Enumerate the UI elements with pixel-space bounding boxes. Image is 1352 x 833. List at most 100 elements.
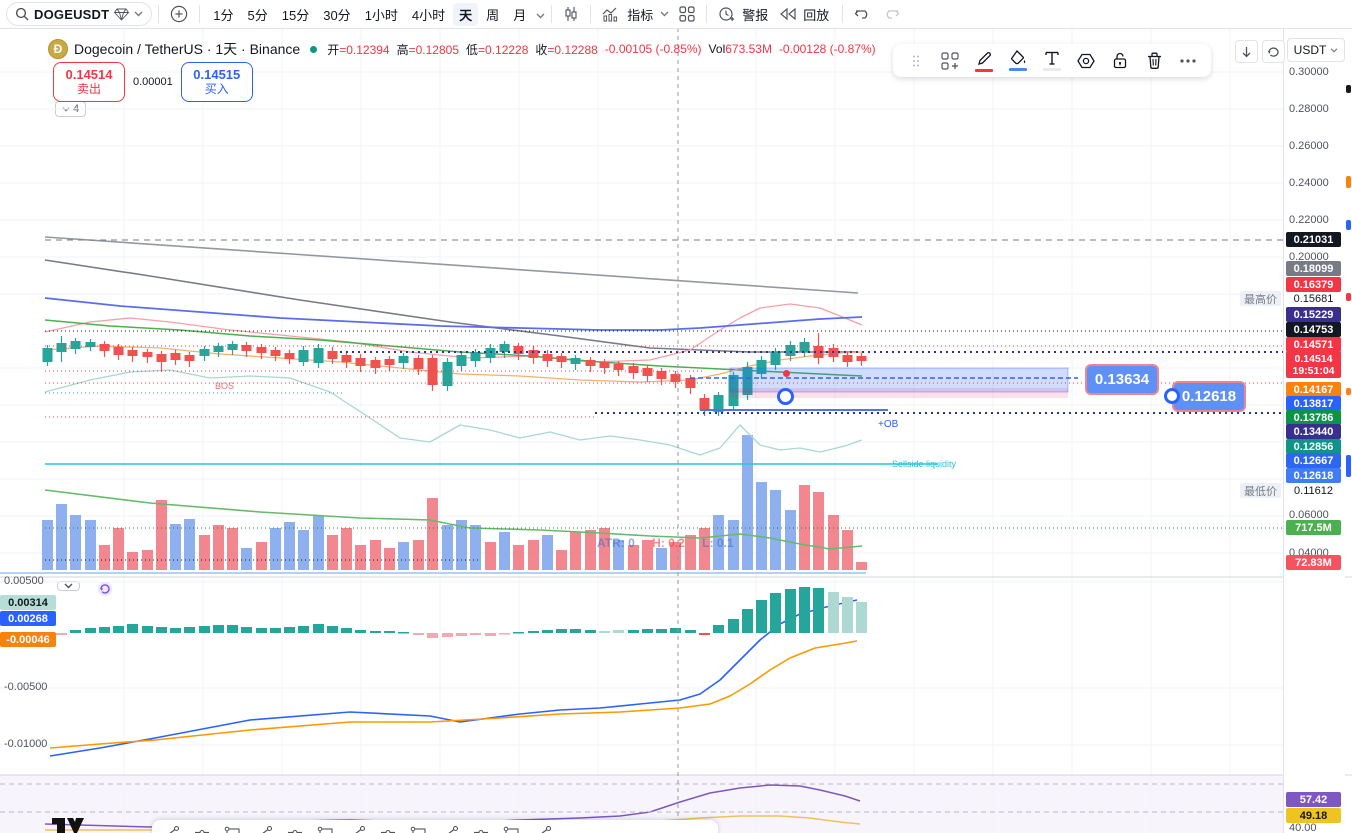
atr-overlay: ATR: 0 H: 0.2 L: 0.1 xyxy=(597,536,734,550)
search-icon xyxy=(15,7,29,21)
horizontal-ray-icon[interactable] xyxy=(472,824,490,833)
indicators-button[interactable]: 指标 xyxy=(597,2,674,26)
buy-price: 0.14515 xyxy=(193,67,241,82)
macd-axis-tick: -0.00500 xyxy=(4,681,48,693)
extended-line-icon[interactable] xyxy=(441,824,459,833)
timeframe-button-15分[interactable]: 15分 xyxy=(276,3,315,26)
disjoint-channel-icon[interactable] xyxy=(534,824,552,833)
unlock-icon[interactable] xyxy=(1105,47,1135,75)
ellipsis-icon[interactable] xyxy=(1173,47,1203,75)
chart-type-candles-icon[interactable] xyxy=(558,2,584,26)
price-badge-0.14167: 0.14167 xyxy=(1286,382,1341,397)
macd-value-badge: 0.00314 xyxy=(0,595,56,610)
timeframe-button-1小时[interactable]: 1小时 xyxy=(359,3,404,26)
layout-grid-icon[interactable] xyxy=(674,2,700,26)
gray-trend-a xyxy=(44,236,859,294)
sell-button[interactable]: 0.14514 卖出 xyxy=(53,62,125,102)
info-line-icon[interactable] xyxy=(255,824,273,833)
cross-line-icon[interactable] xyxy=(348,824,366,833)
indicators-label: 指标 xyxy=(627,7,654,23)
shape-hexagon-icon[interactable] xyxy=(1071,47,1101,75)
price-badge-0.12667: 0.12667 xyxy=(1286,453,1341,468)
price-badge-0.13440: 0.13440 xyxy=(1286,424,1341,439)
pencil-icon[interactable] xyxy=(969,47,999,75)
bos-label: BOS xyxy=(215,381,235,391)
axis-tick: 0.30000 xyxy=(1289,66,1329,78)
timeframe-button-4小时[interactable]: 4小时 xyxy=(406,3,451,26)
market-open-dot xyxy=(310,45,318,53)
drawing-handle[interactable] xyxy=(777,388,794,405)
timeframe-button-5分[interactable]: 5分 xyxy=(242,3,274,26)
timeframe-button-月[interactable]: 月 xyxy=(507,3,532,26)
ohlc-values: 开=0.12394 高=0.12805 低=0.12228 收=0.12288 -0.0… xyxy=(327,42,876,57)
horizontal-line-icon[interactable] xyxy=(193,824,211,833)
timeframe-button-天[interactable]: 天 xyxy=(453,2,479,26)
floating-drawing-toolbar xyxy=(893,44,1211,77)
price-badge-0.14753: 0.14753 xyxy=(1286,322,1341,337)
price-badge-57.42: 57.42 xyxy=(1286,792,1341,807)
sell-label: 卖出 xyxy=(76,82,101,96)
price-badge-72.83M: 72.83M xyxy=(1286,555,1341,570)
compare-add-button[interactable] xyxy=(165,2,193,26)
sellside-liquidity-label: Sellside liquidity xyxy=(892,459,957,469)
lowest-price-chip: 最低价 xyxy=(1240,483,1281,498)
timeframe-menu-chevron-icon[interactable] xyxy=(536,7,545,22)
gem-icon[interactable] xyxy=(114,8,130,21)
minimap-mark xyxy=(1346,455,1351,477)
drawing-handle[interactable] xyxy=(1164,388,1180,404)
text-tool-icon[interactable] xyxy=(1037,47,1067,75)
price-badge-0.12856: 0.12856 xyxy=(1286,439,1341,454)
axis-currency-dropdown[interactable]: USDT xyxy=(1287,38,1345,62)
trend-line-icon[interactable] xyxy=(162,824,180,833)
price-badge-0.21031: 0.21031 xyxy=(1286,232,1341,247)
replay-label: 回放 xyxy=(803,7,830,23)
reset-scale-button[interactable] xyxy=(1262,40,1285,63)
pair-title[interactable]: Dogecoin / TetherUS · 1天 · Binance xyxy=(74,39,300,59)
price-badge-0.14514: 0.14514 19:51:04 xyxy=(1286,351,1341,378)
timeframe-button-1分[interactable]: 1分 xyxy=(207,3,239,26)
paint-bucket-icon[interactable] xyxy=(1003,47,1033,75)
trade-panel: 0.14514 卖出 0.00001 0.14515 买入 xyxy=(53,62,253,102)
axis-tick: 0.26000 xyxy=(1289,140,1329,152)
replay-button[interactable]: 回放 xyxy=(775,2,836,26)
price-badge-0.15229: 0.15229 xyxy=(1286,307,1341,322)
chevron-down-icon[interactable] xyxy=(134,11,143,17)
symbol-search-box[interactable]: DOGEUSDT xyxy=(6,2,153,26)
dogecoin-logo: Ð xyxy=(48,39,68,59)
alert-label: 警报 xyxy=(742,7,769,23)
chart-legend[interactable]: Ð Dogecoin / TetherUS · 1天 · Binance 开=0… xyxy=(48,39,876,59)
price-badge-0.11612: 0.11612 xyxy=(1294,484,1333,497)
trend-angle-icon[interactable] xyxy=(503,824,521,833)
price-callout-13634[interactable]: 0.13634 xyxy=(1085,364,1159,395)
blue-ma xyxy=(44,297,863,331)
macd-axis-tick: -0.01000 xyxy=(4,738,48,750)
sell-price: 0.14514 xyxy=(65,67,113,82)
symbol-name[interactable]: DOGEUSDT xyxy=(34,7,109,22)
vertical-line-icon[interactable] xyxy=(317,824,335,833)
drag-handle-icon[interactable] xyxy=(901,47,931,75)
object-tree-add-icon[interactable] xyxy=(935,47,965,75)
order-block-label: +OB xyxy=(878,419,899,430)
ray-icon[interactable] xyxy=(224,824,242,833)
redo-button[interactable] xyxy=(877,2,905,26)
pitchfork-icon[interactable] xyxy=(286,824,304,833)
price-badge-0.16379: 0.16379 xyxy=(1286,277,1341,292)
price-chart-canvas[interactable] xyxy=(0,28,1352,833)
price-callout-12618[interactable]: 0.12618 xyxy=(1172,381,1246,412)
buy-button[interactable]: 0.14515 买入 xyxy=(180,62,253,102)
top-toolbar: DOGEUSDT 1分 5分 15分 30分 1小时 4小时天周月 指标 警报 … xyxy=(0,0,1352,29)
axis-tick: 0.22000 xyxy=(1289,214,1329,226)
scroll-to-recent-button[interactable] xyxy=(1235,40,1258,63)
timeframe-button-30分[interactable]: 30分 xyxy=(317,3,356,26)
alert-button[interactable]: 警报 xyxy=(713,2,775,26)
arrow-line-icon[interactable] xyxy=(410,824,428,833)
price-badge-0.15681: 0.15681 xyxy=(1293,292,1334,305)
price-axis[interactable]: 0.30000 0.28000 0.26000 0.24000 0.22000 0.200… xyxy=(1283,28,1345,833)
spread-value: 0.00001 xyxy=(133,76,173,88)
parallel-channel-icon[interactable] xyxy=(379,824,397,833)
price-badge-49.18: 49.18 xyxy=(1286,808,1341,823)
price-badge-0.14571: 0.14571 xyxy=(1286,337,1341,352)
timeframe-button-周[interactable]: 周 xyxy=(480,3,505,26)
undo-button[interactable] xyxy=(849,2,877,26)
trash-icon[interactable] xyxy=(1139,47,1169,75)
